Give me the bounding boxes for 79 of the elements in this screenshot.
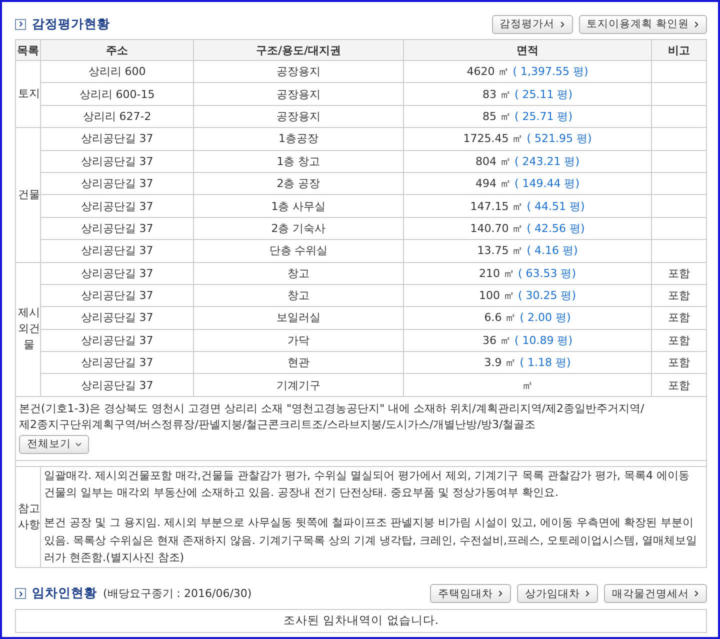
structure-cell: 창고 xyxy=(194,284,404,307)
category-label: 제시외건물 xyxy=(17,305,42,354)
category-label: 참고사항 xyxy=(17,500,42,533)
area-cell: 100 ㎡ ( 30.25 평) xyxy=(404,284,652,307)
structure-cell: 기계기구 xyxy=(194,374,404,396)
note-cell: 포함 xyxy=(652,352,706,374)
structure-cell: 단층 수위실 xyxy=(194,240,404,262)
structure-cell: 현관 xyxy=(194,352,404,374)
area-cell: 6.6 ㎡ ( 2.00 평) xyxy=(404,306,652,330)
area-cell: 804 ㎡ ( 243.21 평) xyxy=(404,150,652,172)
structure-cell: 1층 창고 xyxy=(194,150,404,172)
address-cell: 상리공단길 37 xyxy=(40,150,194,172)
area-cell: 83 ㎡ ( 25.11 평) xyxy=(404,82,652,106)
category-label: 토지 xyxy=(17,86,42,102)
summary-text: 본건(기호1-3)은 경상북도 영천시 고경면 상리리 소재 "영천고경농공단지" 내에 소재하 위치/계획관리지역/제2종일반주거지역/제2종지구단위계획구역/버스정류장/판넬지붕/철근콘크리트조/스라브지붕/도시가스/개별난방/방3/철골조 xyxy=(19,400,646,434)
address-cell: 상리공단길 37 xyxy=(40,240,194,262)
structure-cell: 1층공장 xyxy=(194,128,404,150)
address-cell: 상리리 600 xyxy=(40,60,194,83)
link-button[interactable]: 토지이용계획 확인원 xyxy=(578,14,707,34)
bullet-icon xyxy=(15,18,26,30)
expand-button[interactable]: 전체보기 xyxy=(19,434,89,454)
area-cell: 494 ㎡ ( 149.44 평) xyxy=(404,172,652,195)
section-subtitle: (배당요구종기 : 2016/06/30) xyxy=(103,586,252,602)
address-cell: 상리공단길 37 xyxy=(40,306,194,330)
column-header: 비고 xyxy=(652,40,706,60)
structure-cell: 1층 사무실 xyxy=(194,194,404,218)
column-header: 주소 xyxy=(40,40,194,60)
address-cell: 상리공단길 37 xyxy=(40,262,194,284)
address-cell: 상리공단길 37 xyxy=(40,217,194,240)
address-cell: 상리공단길 37 xyxy=(40,352,194,374)
structure-cell: 공장용지 xyxy=(194,60,404,83)
address-cell: 상리공단길 37 xyxy=(40,128,194,150)
section-title: 임차인현황 xyxy=(32,585,97,602)
reference-paragraph: 일괄매각. 제시외건물포함 매각,건물들 관찰감가 평가, 수위실 멸실되어 평가에서 제외, 기계기구 목록 관찰감가 평가, 목록4 에이동 건물의 일부는 매각외 부동산에 소재하고 있음. 공장내 전기 단전상태. 중요부품 및 정상가동여부 확인요. xyxy=(44,468,690,502)
empty-message: 조사된 임차내역이 없습니다. xyxy=(284,613,438,628)
chevron-right-icon xyxy=(692,589,701,598)
structure-cell: 가닥 xyxy=(194,329,404,352)
link-button[interactable]: 주택임대차 xyxy=(430,584,511,604)
column-header: 면적 xyxy=(404,40,652,60)
note-cell: 포함 xyxy=(652,284,706,307)
address-cell: 상리리 600-15 xyxy=(40,82,194,106)
area-cell: 1725.45 ㎡ ( 521.95 평) xyxy=(404,128,652,150)
area-cell: ㎡ xyxy=(404,374,652,396)
address-cell: 상리공단길 37 xyxy=(40,374,194,396)
address-cell: 상리공단길 37 xyxy=(40,284,194,307)
category-label: 건물 xyxy=(17,186,42,203)
chevron-right-icon xyxy=(496,589,505,598)
address-cell: 상리리 627-2 xyxy=(40,105,194,128)
chevron-right-icon xyxy=(583,589,592,598)
area-cell: 147.15 ㎡ ( 44.51 평) xyxy=(404,194,652,218)
link-button[interactable]: 상가임대차 xyxy=(517,584,598,604)
structure-cell: 2층 기숙사 xyxy=(194,217,404,240)
note-cell: 포함 xyxy=(652,306,706,330)
area-cell: 210 ㎡ ( 63.53 평) xyxy=(404,262,652,284)
address-cell: 상리공단길 37 xyxy=(40,194,194,218)
address-cell: 상리공단길 37 xyxy=(40,172,194,195)
address-cell: 상리공단길 37 xyxy=(40,329,194,352)
note-cell: 포함 xyxy=(652,262,706,284)
bullet-icon xyxy=(15,588,26,600)
area-cell: 4620 ㎡ ( 1,397.55 평) xyxy=(404,60,652,83)
structure-cell: 공장용지 xyxy=(194,105,404,128)
note-cell: 포함 xyxy=(652,329,706,352)
section-title: 감정평가현황 xyxy=(32,16,110,32)
area-cell: 85 ㎡ ( 25.71 평) xyxy=(404,105,652,128)
structure-cell: 2층 공장 xyxy=(194,172,404,195)
area-cell: 13.75 ㎡ ( 4.16 평) xyxy=(404,240,652,262)
column-header: 목록 xyxy=(16,40,40,60)
link-button[interactable]: 감정평가서 xyxy=(492,14,573,34)
structure-cell: 보일러실 xyxy=(194,306,404,330)
structure-cell: 공장용지 xyxy=(194,82,404,106)
area-cell: 3.9 ㎡ ( 1.18 평) xyxy=(404,352,652,374)
structure-cell: 창고 xyxy=(194,262,404,284)
column-header: 구조/용도/대지권 xyxy=(194,40,404,60)
reference-paragraph: 본건 공장 및 그 용지임. 제시외 부분으로 사무실동 뒷쪽에 철파이프조 판넬지붕 비가림 시설이 있고, 에이동 우측면에 확장된 부분이 있음. 목록상 수위실은 현재 존재하지 않음. 기계기구목록 상의 기계 냉각탑, 크레인, 수전설비,프레스, 오토레이업시스템, 열매체보일러가 현존함.(별지사진 참조) xyxy=(44,515,698,566)
area-cell: 140.70 ㎡ ( 42.56 평) xyxy=(404,217,652,240)
chevron-right-icon xyxy=(692,20,701,28)
note-cell: 포함 xyxy=(652,374,706,396)
area-cell: 36 ㎡ ( 10.89 평) xyxy=(404,329,652,352)
link-button[interactable]: 매각물건명세서 xyxy=(604,584,707,604)
